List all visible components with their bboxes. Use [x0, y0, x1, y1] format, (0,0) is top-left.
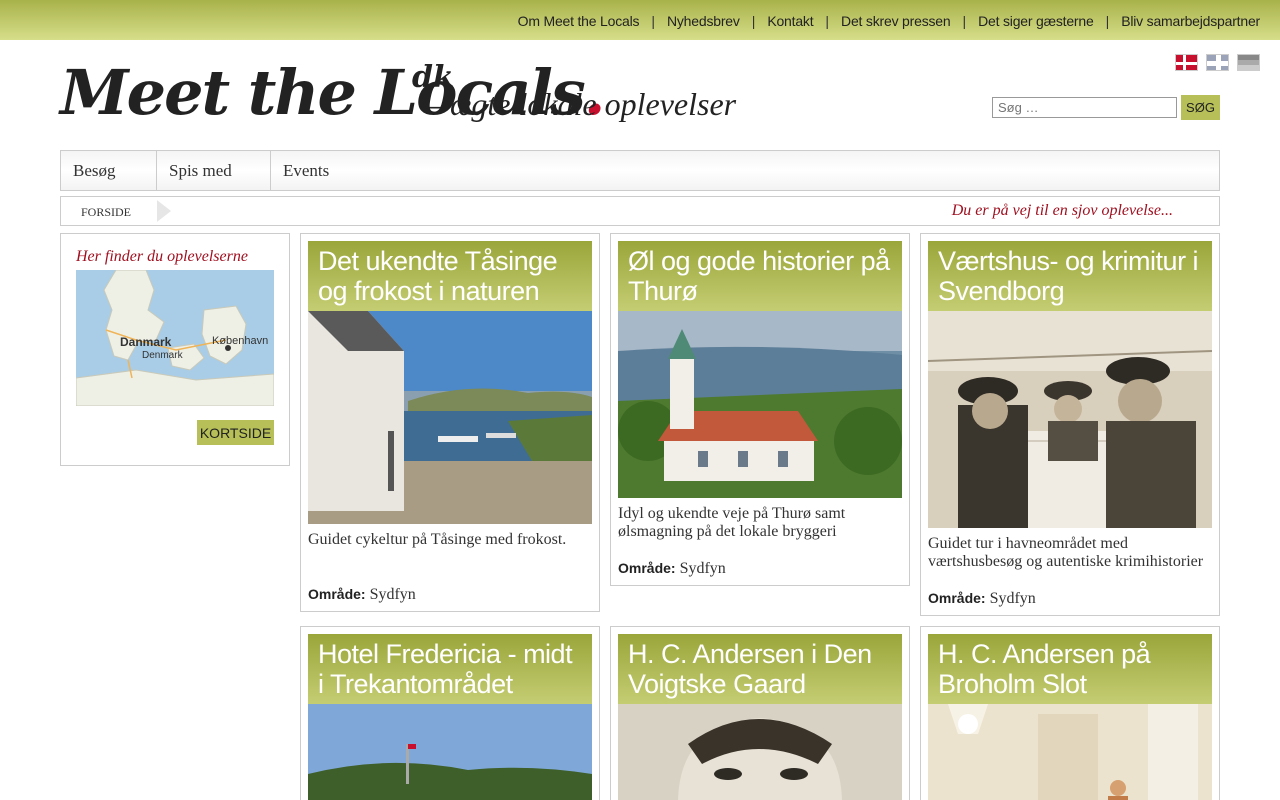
card-title[interactable]: Det ukendte Tåsinge og frokost i naturen — [318, 246, 582, 306]
card-title[interactable]: H. C. Andersen på Broholm Slot — [938, 639, 1202, 699]
search-button[interactable]: SØG — [1181, 95, 1220, 120]
mainnav-item-dine[interactable]: Spis med — [157, 151, 271, 190]
flag-germany-icon[interactable] — [1237, 54, 1260, 71]
denmark-map[interactable]: København Danmark Denmark — [76, 270, 274, 406]
card-image[interactable] — [928, 311, 1212, 528]
card-area-value: Sydfyn — [679, 560, 726, 577]
experience-card[interactable]: H. C. Andersen i Den Voigtske Gaard — [610, 626, 910, 800]
card-title-bar: Hotel Fredericia - midt i Trekantområdet — [308, 634, 592, 704]
experience-card[interactable]: Værtshus- og krimitur i Svendborg Guidet… — [920, 233, 1220, 616]
topnav-separator: | — [751, 13, 756, 29]
card-description: Idyl og ukendte veje på Thurø samt ølsma… — [618, 505, 846, 540]
card-image[interactable] — [618, 704, 902, 800]
breadcrumb: FORSIDE Du er på vej til en sjov oplevel… — [60, 196, 1220, 226]
topnav-link-guests[interactable]: Det siger gæsterne — [978, 13, 1094, 29]
flag-uk-icon[interactable] — [1206, 54, 1229, 71]
topnav-separator: | — [825, 13, 830, 29]
map-label-denmark: Denmark — [142, 350, 184, 361]
card-image[interactable] — [308, 311, 592, 524]
card-area: Område: Sydfyn — [308, 586, 416, 604]
card-area-value: Sydfyn — [369, 586, 416, 603]
map-page-button[interactable]: KORTSIDE — [197, 420, 274, 445]
card-description: Guidet cykeltur på Tåsinge med frokost. — [308, 531, 567, 548]
card-area: Område: Sydfyn — [618, 560, 726, 578]
card-title-bar: H. C. Andersen på Broholm Slot — [928, 634, 1212, 704]
top-bar: Om Meet the Locals | Nyhedsbrev | Kontak… — [0, 0, 1280, 40]
topnav-link-about[interactable]: Om Meet the Locals — [518, 13, 640, 29]
map-label-copenhagen: København — [212, 335, 268, 347]
topnav-separator: | — [962, 13, 967, 29]
breadcrumb-home-label: FORSIDE — [81, 205, 132, 219]
card-area: Område: Sydfyn — [928, 590, 1036, 608]
flag-denmark-icon[interactable] — [1175, 54, 1198, 71]
language-selector — [1175, 54, 1260, 71]
topnav-link-partner[interactable]: Bliv samarbejdspartner — [1121, 13, 1260, 29]
search-input[interactable] — [992, 97, 1177, 118]
card-area-label: Område: — [308, 586, 366, 602]
card-image[interactable] — [928, 704, 1212, 800]
card-title[interactable]: Øl og gode historier på Thurø — [628, 246, 892, 306]
card-title[interactable]: Værtshus- og krimitur i Svendborg — [938, 246, 1202, 306]
card-title-bar: H. C. Andersen i Den Voigtske Gaard — [618, 634, 902, 704]
experience-card[interactable]: Det ukendte Tåsinge og frokost i naturen… — [300, 233, 600, 612]
card-title[interactable]: H. C. Andersen i Den Voigtske Gaard — [628, 639, 892, 699]
card-image[interactable] — [618, 311, 902, 498]
experience-card[interactable]: Øl og gode historier på Thurø Idyl og uk… — [610, 233, 910, 586]
map-label-danmark: Danmark — [120, 335, 172, 349]
search-form: SØG — [992, 95, 1220, 120]
card-title[interactable]: Hotel Fredericia - midt i Trekantområdet — [318, 639, 582, 699]
sidebar-map-box: Her finder du oplevelserne København Dan… — [60, 233, 290, 466]
card-title-bar: Det ukendte Tåsinge og frokost i naturen — [308, 241, 592, 311]
mainnav-item-events[interactable]: Events — [271, 151, 351, 190]
card-title-bar: Værtshus- og krimitur i Svendborg — [928, 241, 1212, 311]
card-title-bar: Øl og gode historier på Thurø — [618, 241, 902, 311]
sidebar-title: Her finder du oplevelserne — [76, 248, 248, 265]
topnav-separator: | — [1105, 13, 1110, 29]
site-slogan: Du er på vej til en sjov oplevelse... — [951, 202, 1173, 219]
topnav-link-newsletter[interactable]: Nyhedsbrev — [667, 13, 740, 29]
logo-tagline: – ægte lokale oplevelser — [426, 86, 737, 122]
card-area-label: Område: — [928, 590, 986, 606]
breadcrumb-home[interactable]: FORSIDE — [61, 197, 157, 225]
experience-card[interactable]: H. C. Andersen på Broholm Slot — [920, 626, 1220, 800]
card-image[interactable] — [308, 704, 592, 800]
card-area-label: Område: — [618, 560, 676, 576]
site-logo[interactable]: Meet the Locals. dk – ægte lokale opleve… — [60, 56, 760, 136]
topnav-link-contact[interactable]: Kontakt — [767, 13, 813, 29]
card-area-value: Sydfyn — [989, 590, 1036, 607]
card-description: Guidet tur i havneområdet med værtshusbe… — [928, 535, 1204, 570]
main-nav: Besøg Spis med Events — [60, 150, 1220, 191]
top-nav: Om Meet the Locals | Nyhedsbrev | Kontak… — [518, 13, 1261, 29]
experience-card[interactable]: Hotel Fredericia - midt i Trekantområdet — [300, 626, 600, 800]
mainnav-item-visit[interactable]: Besøg — [61, 151, 157, 190]
topnav-link-press[interactable]: Det skrev pressen — [841, 13, 951, 29]
topnav-separator: | — [651, 13, 655, 29]
